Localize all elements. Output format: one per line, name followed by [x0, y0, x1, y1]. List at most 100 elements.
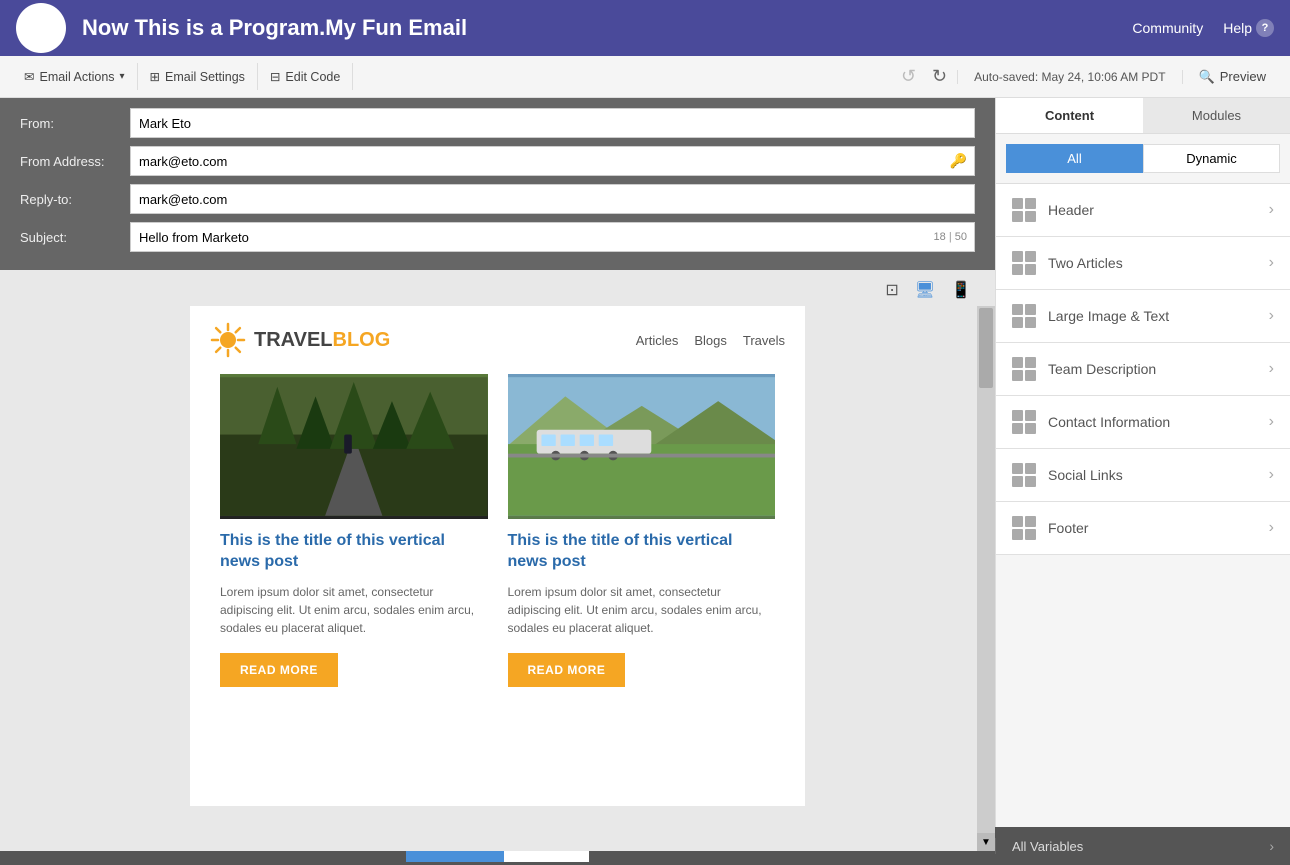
reply-to-label: Reply-to:: [20, 192, 130, 207]
subject-label: Subject:: [20, 230, 130, 245]
footer-grid-icon: [1012, 516, 1036, 540]
articles-link[interactable]: Articles: [636, 333, 679, 348]
article-1-title: This is the title of this vertical news …: [220, 531, 488, 573]
from-row: From:: [20, 108, 975, 138]
help-icon: ?: [1256, 19, 1274, 37]
panel-filter: All Dynamic: [996, 134, 1290, 184]
all-variables-chevron-icon[interactable]: ›: [1269, 838, 1274, 854]
form-panel: From: From Address: 🔑 Reply-to: Subject:: [0, 98, 995, 827]
from-address-wrap: 🔑: [130, 146, 975, 176]
scrollbar-thumb[interactable]: [979, 308, 993, 388]
module-contact-information[interactable]: Contact Information ›: [996, 396, 1290, 449]
article-2-title: This is the title of this vertical news …: [508, 531, 776, 573]
footer-chevron-icon: ›: [1269, 519, 1274, 537]
from-address-label: From Address:: [20, 154, 130, 169]
filter-dynamic-button[interactable]: Dynamic: [1143, 144, 1280, 173]
module-social-links[interactable]: Social Links ›: [996, 449, 1290, 502]
from-label: From:: [20, 116, 130, 131]
undo-redo-area: ↺ ↻ Auto-saved: May 24, 10:06 AM PDT 🔍 P…: [895, 62, 1278, 91]
from-address-input[interactable]: [130, 146, 975, 176]
preview-icon: 🔍: [1199, 69, 1215, 85]
blog-name: TRAVELBLOG: [254, 329, 390, 352]
envelope-icon: ✉: [24, 69, 34, 84]
key-icon: 🔑: [950, 153, 967, 170]
large-image-text-chevron-icon: ›: [1269, 307, 1274, 325]
blog-logo: TRAVELBLOG: [210, 322, 390, 358]
logo: [16, 3, 66, 53]
article-2-read-more[interactable]: READ MORE: [508, 653, 626, 687]
module-team-description[interactable]: Team Description ›: [996, 343, 1290, 396]
blog-header: TRAVELBLOG Articles Blogs Travels: [190, 306, 805, 374]
module-two-articles[interactable]: Two Articles ›: [996, 237, 1290, 290]
two-articles-grid-icon: [1012, 251, 1036, 275]
toolbar: ✉ Email Actions ▾ ⊞ Email Settings ⊟ Edi…: [0, 56, 1290, 98]
all-variables-label: All Variables: [1012, 839, 1261, 854]
email-actions-button[interactable]: ✉ Email Actions ▾: [12, 63, 138, 90]
team-description-chevron-icon: ›: [1269, 360, 1274, 378]
travels-link[interactable]: Travels: [743, 333, 785, 348]
autosave-label: Auto-saved: May 24, 10:06 AM PDT: [957, 70, 1182, 84]
reply-to-row: Reply-to:: [20, 184, 975, 214]
article-1: This is the title of this vertical news …: [210, 374, 498, 687]
form-fields: From: From Address: 🔑 Reply-to: Subject:: [0, 98, 995, 270]
article-1-image: [220, 374, 488, 519]
team-description-grid-icon: [1012, 357, 1036, 381]
email-content: TRAVELBLOG Articles Blogs Travels: [190, 306, 805, 806]
dropdown-arrow-icon: ▾: [120, 71, 125, 82]
app-title: Now This is a Program.My Fun Email: [82, 15, 1116, 41]
edit-code-button[interactable]: ⊟ Edit Code: [258, 63, 353, 90]
reply-to-input[interactable]: [130, 184, 975, 214]
settings-icon: ⊞: [150, 69, 160, 84]
subject-input[interactable]: [130, 222, 975, 252]
article-2: This is the title of this vertical news …: [498, 374, 786, 687]
two-articles-chevron-icon: ›: [1269, 254, 1274, 272]
fit-screen-button[interactable]: ⊡: [881, 276, 902, 304]
social-links-grid-icon: [1012, 463, 1036, 487]
large-image-text-grid-icon: [1012, 304, 1036, 328]
module-large-image-text[interactable]: Large Image & Text ›: [996, 290, 1290, 343]
community-link[interactable]: Community: [1132, 20, 1203, 36]
blogs-link[interactable]: Blogs: [694, 333, 727, 348]
scrollbar-track[interactable]: ▼: [977, 306, 995, 851]
redo-button[interactable]: ↻: [926, 62, 953, 91]
contact-info-chevron-icon: ›: [1269, 413, 1274, 431]
desktop-button[interactable]: 🖥: [911, 276, 939, 304]
filter-all-button[interactable]: All: [1006, 144, 1143, 173]
social-links-chevron-icon: ›: [1269, 466, 1274, 484]
top-header: Now This is a Program.My Fun Email Commu…: [0, 0, 1290, 56]
blog-nav: Articles Blogs Travels: [636, 333, 785, 348]
header-grid-icon: [1012, 198, 1036, 222]
from-address-row: From Address: 🔑: [20, 146, 975, 176]
article-2-body: Lorem ipsum dolor sit amet, consectetur …: [508, 583, 776, 637]
sun-icon: [210, 322, 246, 358]
code-icon: ⊟: [270, 69, 280, 84]
main-layout: From: From Address: 🔑 Reply-to: Subject:: [0, 98, 1290, 827]
subject-wrap: 18 | 50: [130, 222, 975, 252]
undo-button[interactable]: ↺: [895, 62, 922, 91]
articles-grid: This is the title of this vertical news …: [190, 374, 805, 707]
bottom-right: All Variables ›: [995, 838, 1290, 854]
article-1-read-more[interactable]: READ MORE: [220, 653, 338, 687]
module-footer[interactable]: Footer ›: [996, 502, 1290, 555]
email-settings-button[interactable]: ⊞ Email Settings: [138, 63, 258, 90]
from-input[interactable]: [130, 108, 975, 138]
header-chevron-icon: ›: [1269, 201, 1274, 219]
email-preview: ⊡ 🖥 📱: [0, 270, 995, 851]
preview-button[interactable]: 🔍 Preview: [1187, 63, 1278, 91]
right-panel: Content Modules All Dynamic Header › Two…: [995, 98, 1290, 827]
module-header[interactable]: Header ›: [996, 184, 1290, 237]
help-link[interactable]: Help ?: [1223, 19, 1274, 37]
mobile-button[interactable]: 📱: [947, 276, 975, 304]
panel-tabs: Content Modules: [996, 98, 1290, 134]
modules-tab[interactable]: Modules: [1143, 98, 1290, 133]
char-count: 18 | 50: [934, 231, 967, 243]
article-1-body: Lorem ipsum dolor sit amet, consectetur …: [220, 583, 488, 637]
top-nav: Community Help ?: [1132, 19, 1274, 37]
subject-row: Subject: 18 | 50: [20, 222, 975, 252]
article-2-image: [508, 374, 776, 519]
content-tab[interactable]: Content: [996, 98, 1143, 133]
module-list: Header › Two Articles › Large Image & Te…: [996, 184, 1290, 827]
contact-info-grid-icon: [1012, 410, 1036, 434]
device-toolbar: ⊡ 🖥 📱: [881, 270, 975, 310]
scroll-down-arrow[interactable]: ▼: [977, 833, 995, 851]
